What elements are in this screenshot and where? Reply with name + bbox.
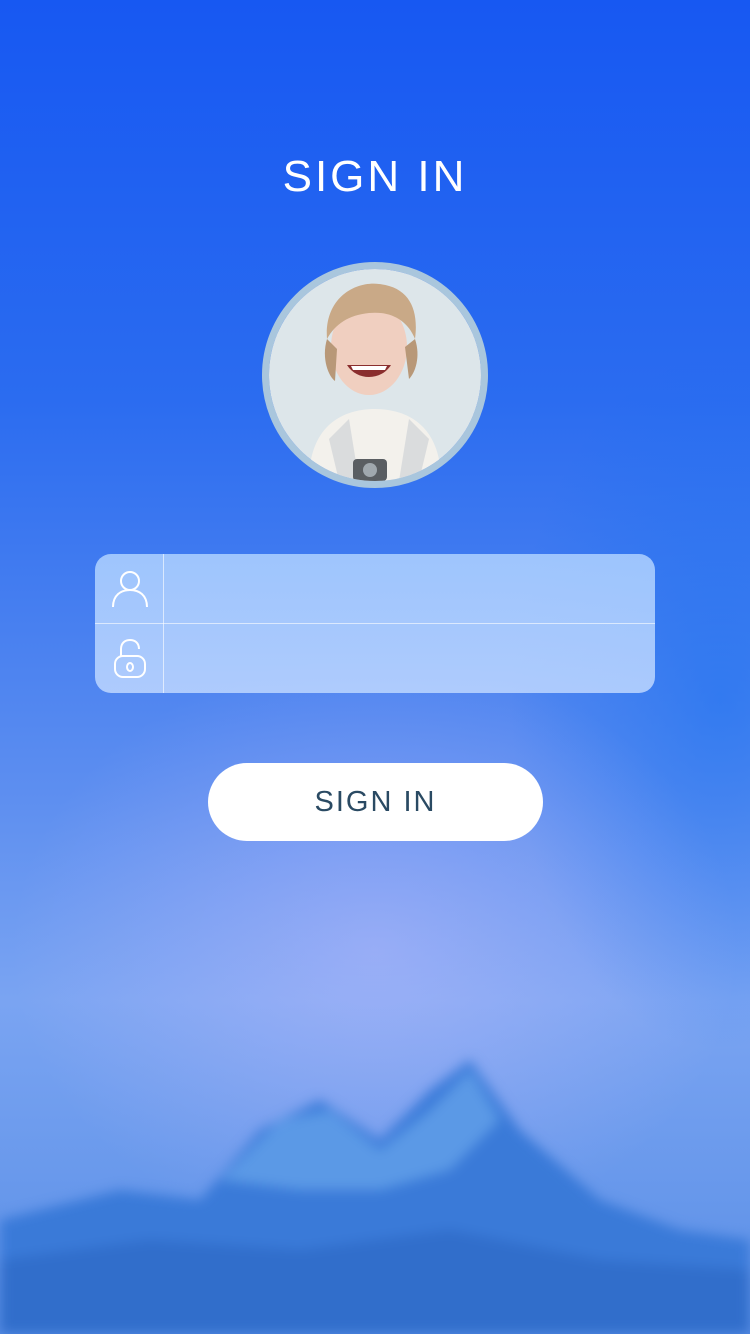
mountain-background [0,1060,750,1334]
icon-divider [163,554,164,693]
page-title: SIGN IN [282,152,468,201]
password-row [95,624,655,693]
username-row [95,554,655,623]
user-icon [112,571,148,608]
password-input[interactable] [177,634,641,685]
sign-in-button[interactable]: SIGN IN [208,763,543,841]
avatar [262,262,488,488]
login-form [95,554,655,693]
lock-icon [114,638,146,678]
username-input[interactable] [177,564,641,615]
avatar-photo [269,269,481,481]
